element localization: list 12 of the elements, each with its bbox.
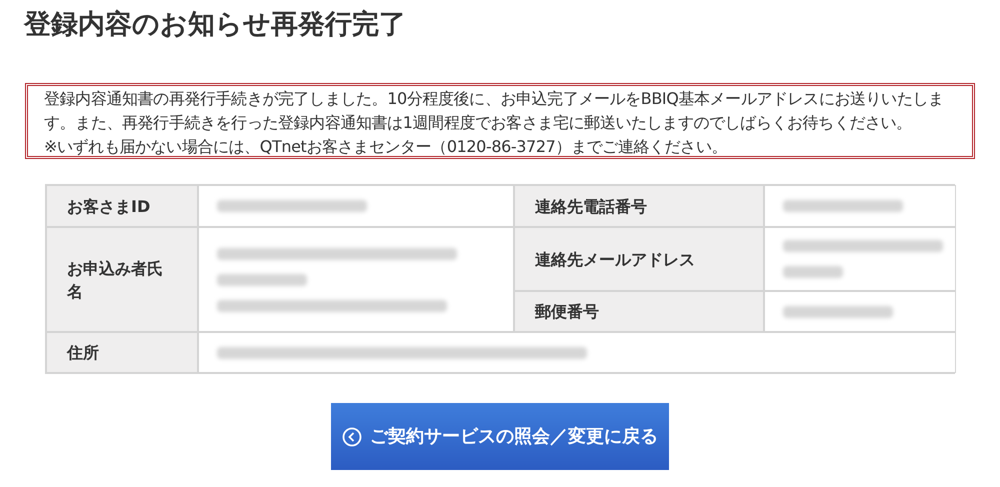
page-title: 登録内容のお知らせ再発行完了 [24, 8, 406, 42]
field-label: 連絡先メールアドレス [535, 248, 695, 270]
field-label: 住所 [67, 342, 99, 364]
field-label: 郵便番号 [535, 301, 599, 323]
notice-text: 登録内容通知書の再発行手続きが完了しました。10分程度後に、お申込完了メールをBBIQ基本メールアドレスにお送りいたします。また、再発行手続きを行った登録内容通知書は1週間程度でお客さま宅に郵送いたしますのでしばらくお待ちください。 [44, 88, 945, 134]
notice-text: ※いずれも届かない場合には、QTnetお客さまセンター（0120-86-3727）までご連絡ください。 [44, 136, 728, 158]
back-button[interactable]: ご契約サービスの照会／変更に戻る [331, 403, 669, 470]
blurred-value-drawing [783, 266, 843, 278]
field-label: 連絡先電話番号 [535, 196, 647, 218]
back-circle-icon [342, 426, 362, 446]
field-label: お申込み者氏名 [67, 258, 164, 302]
field-label: お客さまID [67, 196, 150, 218]
